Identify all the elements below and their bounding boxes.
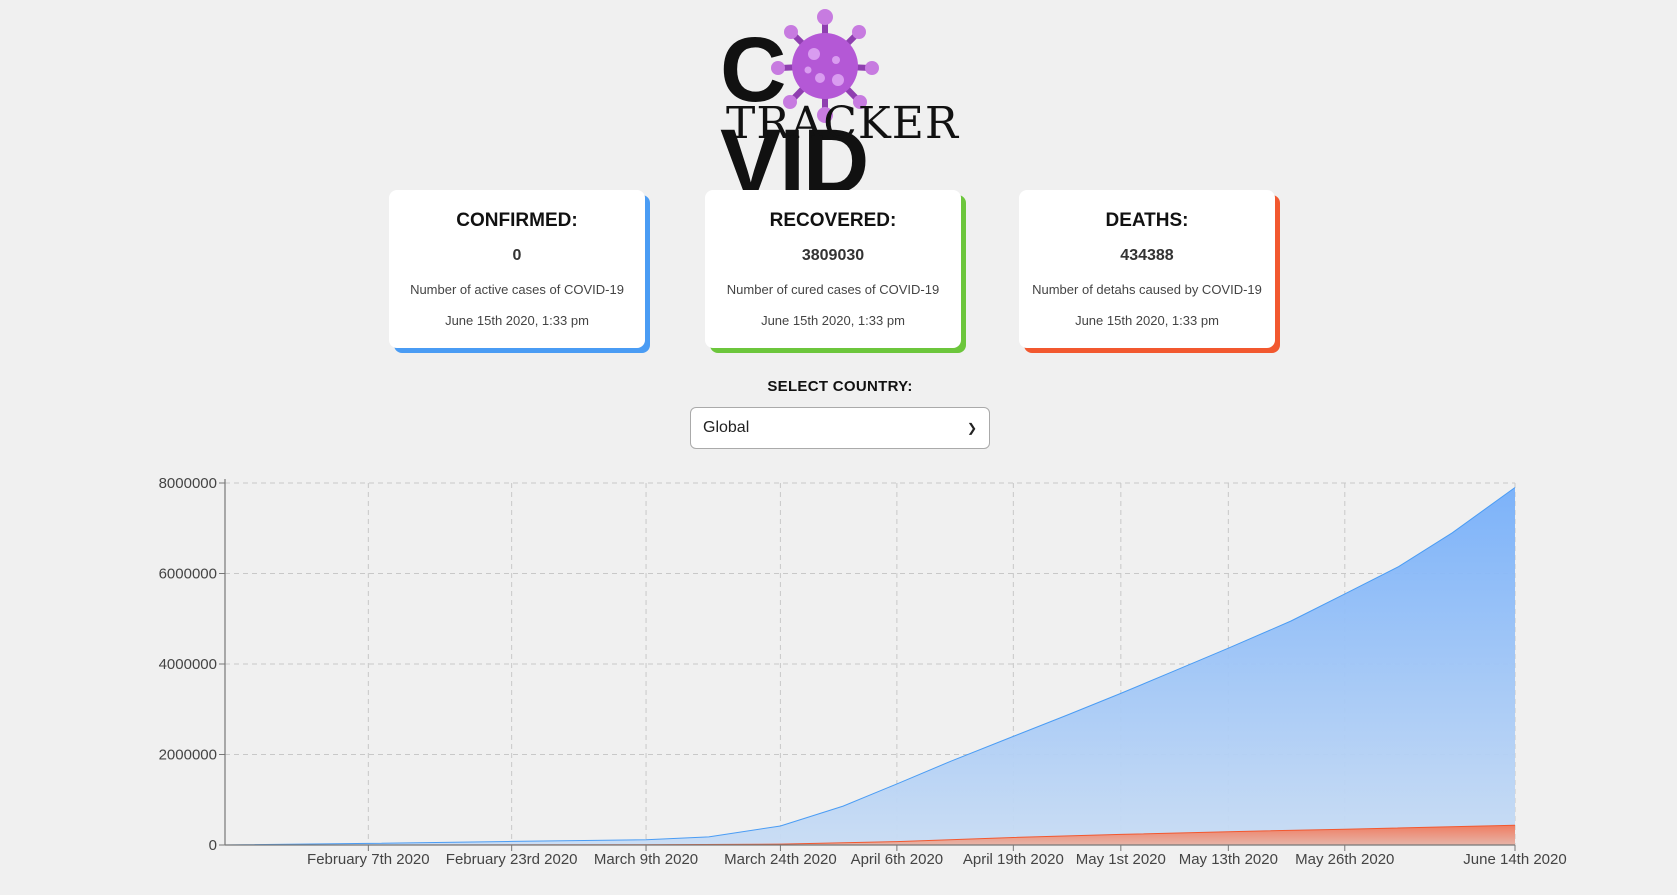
x-tick-label: March 9th 2020	[594, 851, 698, 868]
card-title: RECOVERED:	[769, 210, 897, 231]
recovered-card: RECOVERED: 3809030 Number of cured cases…	[705, 190, 961, 348]
x-tick-label: May 13th 2020	[1179, 851, 1278, 868]
y-tick-label: 4000000	[159, 656, 217, 673]
chart-series	[224, 487, 1516, 846]
x-tick-label: March 24th 2020	[724, 851, 837, 868]
country-select-value: Global	[703, 419, 750, 436]
y-tick-label: 8000000	[159, 475, 217, 492]
card-timestamp: June 15th 2020, 1:33 pm	[445, 313, 589, 328]
x-tick-label: February 7th 2020	[307, 851, 430, 868]
select-country-label: SELECT COUNTRY:	[767, 378, 913, 395]
card-description: Number of cured cases of COVID-19	[726, 282, 940, 297]
x-tick-label: April 6th 2020	[851, 851, 944, 868]
deaths-card: DEATHS: 434388 Number of detahs caused b…	[1019, 190, 1275, 348]
card-timestamp: June 15th 2020, 1:33 pm	[1075, 313, 1219, 328]
card-description: Number of active cases of COVID-19	[410, 282, 624, 297]
x-tick-label: May 26th 2020	[1295, 851, 1394, 868]
series-area	[225, 487, 1515, 845]
card-description: Number of detahs caused by COVID-19	[1032, 282, 1262, 297]
y-tick-label: 6000000	[159, 566, 217, 583]
card-title: CONFIRMED:	[456, 210, 578, 231]
logo-subtitle: TRACKER	[726, 98, 960, 149]
card-value: 3809030	[801, 247, 865, 264]
card-value: 0	[512, 247, 522, 264]
confirmed-card: CONFIRMED: 0 Number of active cases of C…	[389, 190, 645, 348]
card-timestamp: June 15th 2020, 1:33 pm	[761, 313, 905, 328]
app-logo: CVID TRACKER	[718, 6, 963, 208]
y-tick-label: 2000000	[159, 747, 217, 764]
card-title: DEATHS:	[1105, 210, 1189, 231]
x-tick-label: May 1st 2020	[1076, 851, 1166, 868]
x-tick-label: June 14th 2020	[1463, 851, 1566, 868]
chevron-down-icon: ❯	[966, 421, 977, 435]
y-tick-label: 0	[209, 837, 217, 854]
x-tick-label: February 23rd 2020	[446, 851, 578, 868]
card-value: 434388	[1120, 247, 1174, 264]
country-select[interactable]: Global ❯	[690, 407, 990, 449]
cases-area-chart: 0 2000000 4000000 6000000 8000000 February 7t…	[159, 475, 1567, 868]
x-tick-label: April 19th 2020	[963, 851, 1064, 868]
